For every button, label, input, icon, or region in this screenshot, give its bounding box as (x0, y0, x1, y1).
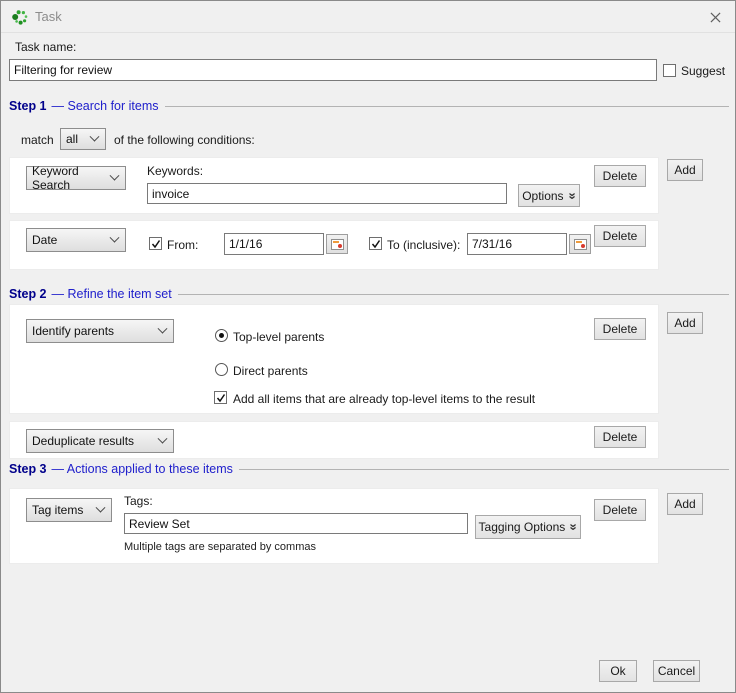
suggest-checkbox[interactable] (663, 64, 676, 77)
add-condition-button[interactable]: Add (667, 159, 703, 181)
add-button-label: Add (674, 316, 695, 330)
options-button-label: Options (522, 189, 563, 203)
chevron-down-icon (90, 131, 100, 141)
keywords-label: Keywords: (147, 164, 203, 178)
direct-parents-radio[interactable] (215, 363, 228, 376)
identify-parents-row: Identify parents Top-level parents Direc… (9, 304, 659, 414)
action-type-value: Tag items (32, 503, 83, 517)
delete-button-label: Delete (603, 503, 638, 517)
suggest-label[interactable]: Suggest (681, 64, 725, 78)
step2-header: Step 2 — Refine the item set (9, 286, 729, 302)
options-button[interactable]: Options » (518, 184, 580, 207)
tag-items-row: Tag items Tags: Tagging Options » Multip… (9, 488, 659, 564)
from-date-input[interactable] (224, 233, 324, 255)
task-name-input[interactable] (9, 59, 657, 81)
add-action-button[interactable]: Add (667, 493, 703, 515)
direct-parents-label[interactable]: Direct parents (233, 364, 308, 378)
refine-type-value: Deduplicate results (32, 434, 134, 448)
app-icon (11, 8, 29, 26)
add-top-level-items-label[interactable]: Add all items that are already top-level… (233, 392, 535, 406)
step1-divider (165, 106, 730, 107)
add-button-label: Add (674, 497, 695, 511)
refine-type-value: Identify parents (32, 324, 114, 338)
top-level-parents-radio[interactable] (215, 329, 228, 342)
add-refine-button[interactable]: Add (667, 312, 703, 334)
calendar-icon (331, 239, 344, 250)
condition-type-select[interactable]: Date (26, 228, 126, 252)
double-chevron-icon: » (569, 523, 579, 530)
delete-button-label: Delete (603, 322, 638, 336)
chevron-down-icon (110, 170, 120, 180)
step2-divider (178, 294, 729, 295)
delete-deduplicate-row-button[interactable]: Delete (594, 426, 646, 448)
tagging-options-label: Tagging Options (479, 520, 566, 534)
keyword-condition-row: Keyword Search Keywords: Options » Delet… (9, 157, 659, 214)
title-bar[interactable]: Task (1, 1, 735, 33)
from-label[interactable]: From: (167, 238, 198, 252)
delete-button-label: Delete (603, 229, 638, 243)
ok-button[interactable]: Ok (599, 660, 637, 682)
add-button-label: Add (674, 163, 695, 177)
step2-title: Step 2 (9, 287, 47, 301)
condition-type-value: Date (32, 233, 57, 247)
tagging-options-button[interactable]: Tagging Options » (475, 515, 581, 539)
delete-keyword-row-button[interactable]: Delete (594, 165, 646, 187)
match-label: match (21, 133, 54, 147)
conditions-label: of the following conditions: (114, 133, 255, 147)
delete-button-label: Delete (603, 169, 638, 183)
step1-subtitle: — Search for items (52, 99, 159, 113)
refine-type-select[interactable]: Identify parents (26, 319, 174, 343)
chevron-down-icon (158, 323, 168, 333)
step2-subtitle: — Refine the item set (52, 287, 172, 301)
to-date-input[interactable] (467, 233, 567, 255)
condition-type-select[interactable]: Keyword Search (26, 166, 126, 190)
step3-header: Step 3 — Actions applied to these items (9, 461, 729, 477)
delete-date-row-button[interactable]: Delete (594, 225, 646, 247)
chevron-down-icon (110, 232, 120, 242)
step3-title: Step 3 (9, 462, 47, 476)
step3-subtitle: — Actions applied to these items (52, 462, 233, 476)
task-name-label: Task name: (15, 40, 76, 54)
tags-input[interactable] (124, 513, 468, 534)
tags-label: Tags: (124, 494, 153, 508)
to-checkbox[interactable] (369, 237, 382, 250)
condition-type-value: Keyword Search (32, 164, 111, 192)
calendar-icon (574, 239, 587, 250)
step1-header: Step 1 — Search for items (9, 98, 729, 114)
top-level-parents-label[interactable]: Top-level parents (233, 330, 324, 344)
task-dialog: Task Task name: Suggest Step 1 — Search … (0, 0, 736, 693)
date-condition-row: Date From: To (inclusive): Delete (9, 220, 659, 270)
chevron-down-icon (158, 433, 168, 443)
tags-hint: Multiple tags are separated by commas (124, 541, 316, 553)
cancel-button-label: Cancel (658, 664, 695, 678)
to-date-picker-button[interactable] (569, 234, 591, 254)
cancel-button[interactable]: Cancel (653, 660, 700, 682)
deduplicate-row: Deduplicate results Delete (9, 421, 659, 459)
window-title: Task (35, 1, 62, 32)
step3-divider (239, 469, 729, 470)
delete-button-label: Delete (603, 430, 638, 444)
ok-button-label: Ok (610, 664, 625, 678)
match-select-value: all (66, 132, 78, 146)
chevron-down-icon (96, 502, 106, 512)
keywords-input[interactable] (147, 183, 507, 204)
delete-tag-row-button[interactable]: Delete (594, 499, 646, 521)
to-label[interactable]: To (inclusive): (387, 238, 460, 252)
delete-identify-row-button[interactable]: Delete (594, 318, 646, 340)
step1-title: Step 1 (9, 99, 47, 113)
refine-type-select[interactable]: Deduplicate results (26, 429, 174, 453)
add-top-level-items-checkbox[interactable] (214, 391, 227, 404)
from-date-picker-button[interactable] (326, 234, 348, 254)
from-checkbox[interactable] (149, 237, 162, 250)
double-chevron-icon: » (567, 192, 577, 199)
close-icon[interactable] (703, 6, 727, 28)
action-type-select[interactable]: Tag items (26, 498, 112, 522)
match-select[interactable]: all (60, 128, 106, 150)
